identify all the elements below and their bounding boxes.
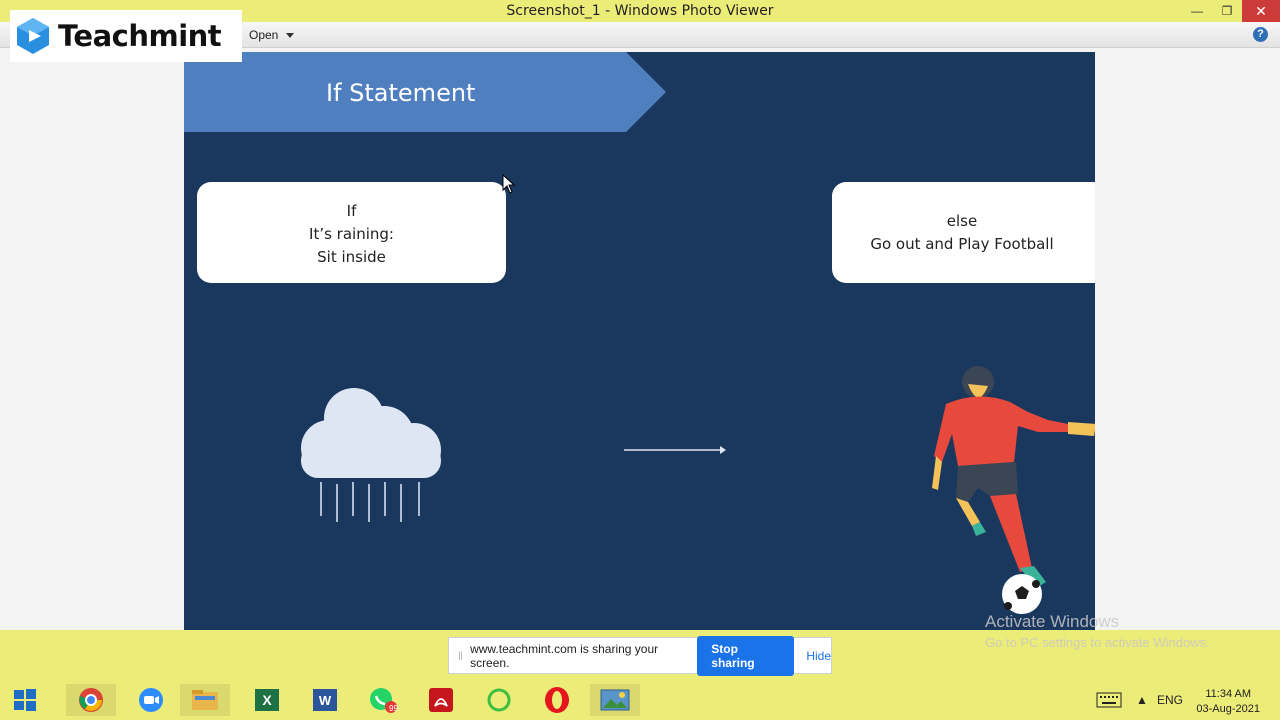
whatsapp-icon[interactable]: 99 [358, 684, 408, 716]
sharing-message: www.teachmint.com is sharing your screen… [470, 641, 659, 670]
excel-icon[interactable]: X [242, 684, 292, 716]
teachmint-logo-text: Teachmint [58, 19, 222, 53]
chrome-icon[interactable] [66, 684, 116, 716]
window-controls: — ❐ ✕ [1182, 0, 1280, 22]
whatsapp-badge: 99 [389, 704, 398, 713]
green-app-icon[interactable] [474, 684, 524, 716]
help-icon[interactable]: ? [1253, 27, 1268, 42]
mouse-cursor-icon [502, 174, 516, 194]
file-explorer-icon[interactable] [180, 684, 230, 716]
activate-windows-watermark: Activate Windows [985, 612, 1120, 631]
open-menu-label: Open [249, 28, 279, 42]
clock-date: 03-Aug-2021 [1196, 703, 1260, 715]
if-keyword: If [346, 202, 357, 220]
tray-expand-icon[interactable]: ▲ [1136, 680, 1148, 720]
slide-image: If Statement If It’s raining: Sit inside… [184, 52, 1095, 630]
hide-button[interactable]: Hide [806, 649, 831, 663]
taskbar: X W 99 ▲ ENG 11:34 AM 03-Aug-2021 [0, 680, 1280, 720]
teachmint-logo-icon [17, 18, 49, 54]
system-clock[interactable]: 11:34 AM 03-Aug-2021 [1196, 687, 1260, 717]
else-keyword: else [946, 212, 978, 230]
screen-sharing-bar: ‖ www.teachmint.com is sharing your scre… [448, 635, 832, 676]
windows-start-icon[interactable] [0, 684, 50, 716]
close-button[interactable]: ✕ [1242, 0, 1280, 22]
restore-button[interactable]: ❐ [1212, 0, 1242, 22]
arrow-right-icon [624, 446, 726, 454]
keyboard-icon[interactable] [1096, 680, 1122, 720]
svg-text:W: W [319, 693, 332, 708]
photo-viewer-icon[interactable] [590, 684, 640, 716]
acrobat-icon[interactable] [416, 684, 466, 716]
else-action: Go out and Play Football [870, 235, 1054, 253]
slide-banner-title: If Statement [326, 79, 476, 107]
stop-sharing-button[interactable]: Stop sharing [697, 635, 795, 676]
open-menu[interactable]: Open [249, 28, 295, 42]
else-box: else Go out and Play Football [832, 182, 1095, 283]
svg-text:X: X [262, 692, 272, 708]
zoom-icon[interactable] [126, 684, 176, 716]
minimize-button[interactable]: — [1182, 0, 1212, 22]
chevron-down-icon [286, 32, 295, 38]
if-action: Sit inside [317, 248, 386, 266]
activate-windows-hint: Go to PC settings to activate Windows. [985, 635, 1210, 650]
language-indicator[interactable]: ENG [1157, 680, 1183, 720]
clock-time: 11:34 AM [1205, 688, 1252, 700]
if-condition: It’s raining: [309, 225, 394, 243]
opera-icon[interactable] [532, 684, 582, 716]
if-condition-box: If It’s raining: Sit inside [197, 182, 506, 283]
rain-cloud-icon [301, 388, 441, 522]
word-icon[interactable]: W [300, 684, 350, 716]
football-player-illustration [932, 366, 1095, 614]
teachmint-logo: Teachmint [10, 10, 242, 62]
drag-handle-icon[interactable]: ‖ [453, 649, 468, 663]
